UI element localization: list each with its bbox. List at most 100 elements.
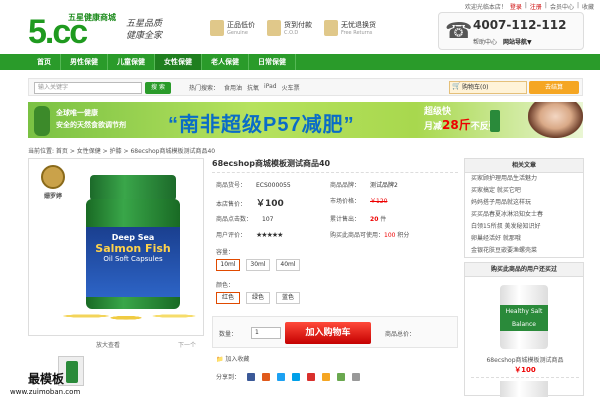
product-image[interactable]: Deep Sea Salmon Fish Oil Soft Capsules — [54, 175, 214, 325]
hot-keyword[interactable]: 火车票 — [282, 83, 300, 92]
also-bought-title: 购买此商品的用户还买过 — [465, 263, 583, 277]
nav-men[interactable]: 男性保健 — [61, 54, 108, 70]
capacity-option-10ml[interactable]: 10ml — [216, 259, 240, 271]
site-nav-dropdown[interactable]: 网站导航▼ — [503, 37, 532, 46]
sold-label: 累计售出： — [330, 216, 361, 223]
add-to-cart-button[interactable]: 加入购物车 — [285, 322, 371, 344]
article-link[interactable]: 买买品春夏冰淋沿知女士春 — [465, 209, 583, 221]
article-link[interactable]: 妈妈搭子用品就这样玩 — [465, 197, 583, 209]
article-link[interactable]: 买家顾护理用品生活魅力 — [465, 173, 583, 185]
quantity-label: 数量： — [219, 331, 238, 338]
brand-name: 姗罗婷 — [43, 193, 62, 200]
badge-title: 无忧退换货 — [341, 21, 376, 29]
purchase-box: 数量： 1 加入购物车 商品总价： — [212, 316, 458, 348]
bottle-label: Deep Sea Salmon Fish Oil Soft Capsules — [86, 227, 180, 297]
share-icon[interactable] — [262, 372, 271, 381]
market-price-value: ￥120 — [370, 198, 388, 205]
promo-banner[interactable]: 全球唯一健康 安全的天然食欲调节剂 “南非超级P57减肥” 超级快 月减28斤不… — [28, 102, 583, 138]
checkout-button[interactable]: 去结算 — [529, 81, 579, 94]
also-bought-product-image[interactable] — [500, 381, 548, 397]
banner-headline: “南非超级P57减肥” — [168, 114, 355, 136]
hotline-box: ☎ 4007-112-112 帮助中心 网站导航▼ — [438, 12, 584, 50]
badge-genuine: 正品低价 Genuine — [210, 20, 255, 36]
color-option-green[interactable]: 绿色 — [246, 292, 270, 304]
share-icon[interactable] — [247, 372, 256, 381]
clicks-label: 商品点击数： — [216, 216, 253, 223]
share-label: 分享到： — [216, 374, 241, 381]
banner-right-text: 超级快 月减28斤不反弹 — [424, 106, 498, 134]
label-line-1: Deep Sea — [111, 233, 155, 242]
share-icon[interactable] — [277, 372, 286, 381]
phone-icon: ☎ — [445, 19, 473, 44]
nav-daily[interactable]: 日常保健 — [249, 54, 296, 70]
share-icon[interactable] — [292, 372, 301, 381]
brand-value[interactable]: 测试品牌2 — [370, 182, 398, 189]
product-image-panel: 姗罗婷 Deep Sea Salmon Fish Oil Soft Capsul… — [28, 158, 214, 336]
nav-elderly[interactable]: 老人保健 — [202, 54, 249, 70]
share-icon[interactable] — [352, 372, 361, 381]
color-option-blue[interactable]: 蓝色 — [276, 292, 300, 304]
points-unit: 积分 — [397, 232, 410, 239]
help-center-link[interactable]: 帮助中心 — [473, 37, 497, 46]
hot-keyword[interactable]: iPad — [264, 83, 277, 92]
share-icon[interactable] — [307, 372, 316, 381]
share-icon[interactable] — [322, 372, 331, 381]
share-icon[interactable] — [337, 372, 346, 381]
sku-row: 商品货号： ECS000055 — [216, 180, 291, 189]
color-option-red[interactable]: 红色 — [216, 292, 240, 304]
capacity-label: 容量： — [216, 249, 235, 256]
top-utility-links: 欢迎光临本店！ 登录 | 注册 | 会员中心 | 收藏 — [464, 2, 594, 11]
price-label: 本店售价： — [216, 201, 247, 208]
favorites-link[interactable]: 收藏 — [582, 2, 594, 11]
service-badges: 正品低价 Genuine 货到付款 C.O.D 无忧退换货 Free Returns — [210, 20, 376, 36]
zoom-link[interactable]: 放大查看 — [96, 340, 120, 349]
breadcrumb[interactable]: 当前位置: 首页 > 女性保健 > 护膝 > 68ecshop商城模板测试商品4… — [28, 146, 215, 155]
banner-left-text: 全球唯一健康 安全的天然食欲调节剂 — [56, 107, 126, 131]
capacity-option-30ml[interactable]: 30ml — [246, 259, 270, 271]
search-input[interactable]: 输入关键字 — [34, 82, 142, 94]
slogan-line-1: 五星品质 — [126, 19, 163, 29]
badge-subtitle: C.O.D — [284, 30, 299, 36]
site-logo[interactable]: 五星健康商城 5.cc — [28, 12, 123, 51]
points-label: 购买此商品可使用： — [330, 232, 385, 239]
slogan-line-2: 健康全家 — [126, 31, 163, 41]
cactus-image — [34, 106, 50, 136]
sold-unit: 件 — [380, 216, 387, 223]
add-favorite-label: 加入收藏 — [225, 356, 250, 363]
also-bought-product-name[interactable]: 68ecshop商城模板测试商品 — [471, 355, 579, 364]
member-center-link[interactable]: 会员中心 — [550, 2, 574, 11]
hotline-number: 4007-112-112 — [473, 18, 567, 32]
cart-button[interactable]: 购物车(0) — [449, 81, 527, 94]
sold-row: 累计售出： 20 件 — [330, 214, 386, 223]
nav-women[interactable]: 女性保健 — [155, 54, 202, 70]
capacity-option-40ml[interactable]: 40ml — [276, 259, 300, 271]
clicks-row: 商品点击数： 107 — [216, 214, 273, 223]
also-bought-image-label: Healthy Salt Balance — [500, 305, 548, 331]
article-link[interactable]: 金银花肤豆嵌要渔螺壳菜 — [465, 245, 583, 257]
watermark-url: www.zuimoban.com — [10, 388, 81, 396]
search-button[interactable]: 搜 索 — [145, 82, 171, 94]
banner-right-number: 28斤 — [442, 118, 471, 132]
hot-keyword[interactable]: 食用油 — [224, 83, 242, 92]
logo-text: 5.cc — [28, 13, 88, 51]
price-value: ￥100 — [256, 199, 284, 209]
article-link[interactable]: 白领15所叔 美发秘知识好 — [465, 221, 583, 233]
quantity-input[interactable]: 1 — [251, 327, 281, 339]
nav-home[interactable]: 首页 — [28, 54, 61, 70]
next-image-button[interactable]: 下一个 — [178, 340, 196, 349]
banner-right-prefix: 月减 — [424, 122, 443, 132]
login-link[interactable]: 登录 — [510, 2, 522, 11]
hot-keyword[interactable]: 抗氧 — [247, 83, 259, 92]
register-link[interactable]: 注册 — [530, 2, 542, 11]
also-bought-product-price: ￥100 — [514, 366, 536, 374]
add-favorite-link[interactable]: 📁 加入收藏 — [216, 354, 249, 363]
badge-title: 货到付款 — [284, 21, 312, 29]
shield-icon — [210, 20, 224, 36]
price-row: 本店售价： ￥100 — [216, 196, 284, 209]
article-link[interactable]: 卵巢经活好 就那哦 — [465, 233, 583, 245]
banner-bottle-image — [490, 110, 500, 132]
share-bar: 分享到： — [216, 372, 361, 381]
article-link[interactable]: 买家搞定 就买它吧 — [465, 185, 583, 197]
also-bought-product-image[interactable]: Healthy Salt Balance — [500, 285, 548, 349]
nav-kids[interactable]: 儿童保健 — [108, 54, 155, 70]
